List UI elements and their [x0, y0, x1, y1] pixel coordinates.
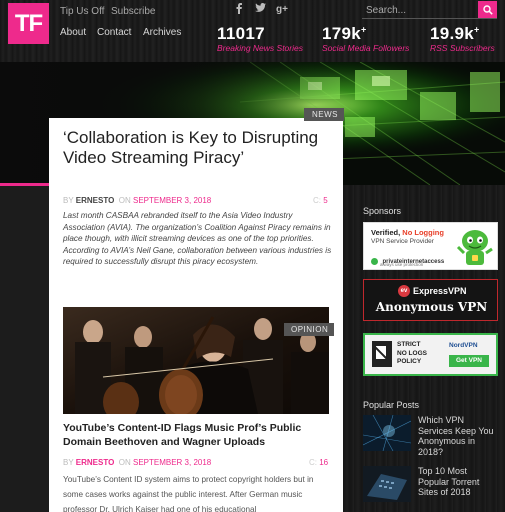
robot-mascot-icon: [456, 230, 493, 265]
second-article-title[interactable]: YouTube’s Content-ID Flags Music Prof’s …: [63, 422, 333, 449]
facebook-icon[interactable]: [235, 3, 243, 17]
nav-contact[interactable]: Contact: [97, 27, 131, 38]
popular-post-thumbnail: [363, 466, 411, 502]
feature-article-excerpt: Last month CASBAA rebranded itself to th…: [63, 211, 332, 266]
nav-about[interactable]: About: [60, 27, 86, 38]
second-article-meta: BY ERNESTO ON SEPTEMBER 3, 2018: [63, 458, 212, 467]
comment-count[interactable]: C: 16: [309, 458, 328, 467]
date-link[interactable]: SEPTEMBER 3, 2018: [133, 196, 211, 205]
twitter-icon[interactable]: [255, 3, 266, 16]
search-input[interactable]: [362, 2, 474, 18]
site-logo[interactable]: TF: [8, 3, 49, 44]
expressvpn-logo-icon: ev: [398, 285, 410, 297]
search-icon: [482, 4, 493, 15]
category-tag-opinion[interactable]: OPINION: [284, 323, 335, 336]
popular-post-item[interactable]: Top 10 Most Popular Torrent Sites of 201…: [363, 466, 498, 506]
sponsor-ad-pia[interactable]: Verified, No Logging VPN Service Provide…: [363, 222, 498, 270]
google-plus-icon[interactable]: g+: [276, 4, 288, 15]
subscribe-link[interactable]: Subscribe: [111, 6, 155, 17]
sponsor-ad-expressvpn[interactable]: ev ExpressVPN Anonymous VPN: [363, 279, 498, 321]
author-link[interactable]: ERNESTO: [76, 196, 115, 205]
sponsor-ad-nordvpn[interactable]: STRICT NO LOGS POLICY NordVPN Get VPN: [363, 333, 498, 376]
stat-rss-subscribers[interactable]: 19.9k+ RSS Subscribers: [430, 24, 495, 53]
sponsors-heading: Sponsors: [363, 206, 402, 216]
no-logs-icon: [375, 346, 389, 361]
date-link[interactable]: SEPTEMBER 3, 2018: [133, 458, 211, 467]
pia-brand: privateinternetaccess: [371, 253, 451, 266]
author-link[interactable]: ERNESTO: [76, 458, 115, 467]
feature-article-meta: BY ERNESTO ON SEPTEMBER 3, 2018: [63, 196, 212, 205]
popular-post-item[interactable]: Which VPN Services Keep You Anonymous in…: [363, 415, 498, 457]
popular-post-thumbnail: [363, 415, 411, 451]
comment-count[interactable]: C: 5: [313, 196, 328, 205]
stat-social-followers[interactable]: 179k+ Social Media Followers: [322, 24, 409, 53]
nav-archives[interactable]: Archives: [143, 27, 181, 38]
search-box: [362, 1, 497, 19]
category-tag-news[interactable]: NEWS: [304, 108, 344, 121]
get-vpn-button[interactable]: Get VPN: [449, 355, 489, 367]
search-button[interactable]: [478, 1, 497, 18]
second-article-excerpt: YouTube’s Content ID system aims to prot…: [63, 475, 314, 512]
tip-us-off-link[interactable]: Tip Us Off: [60, 6, 104, 17]
popular-posts-heading: Popular Posts: [363, 400, 420, 410]
stat-news-stories[interactable]: 11017 Breaking News Stories: [217, 24, 303, 53]
feature-article-title[interactable]: ‘Collaboration is Key to Disrupting Vide…: [63, 128, 333, 168]
site-header: TF Tip Us Off Subscribe About Contact Ar…: [0, 0, 505, 62]
